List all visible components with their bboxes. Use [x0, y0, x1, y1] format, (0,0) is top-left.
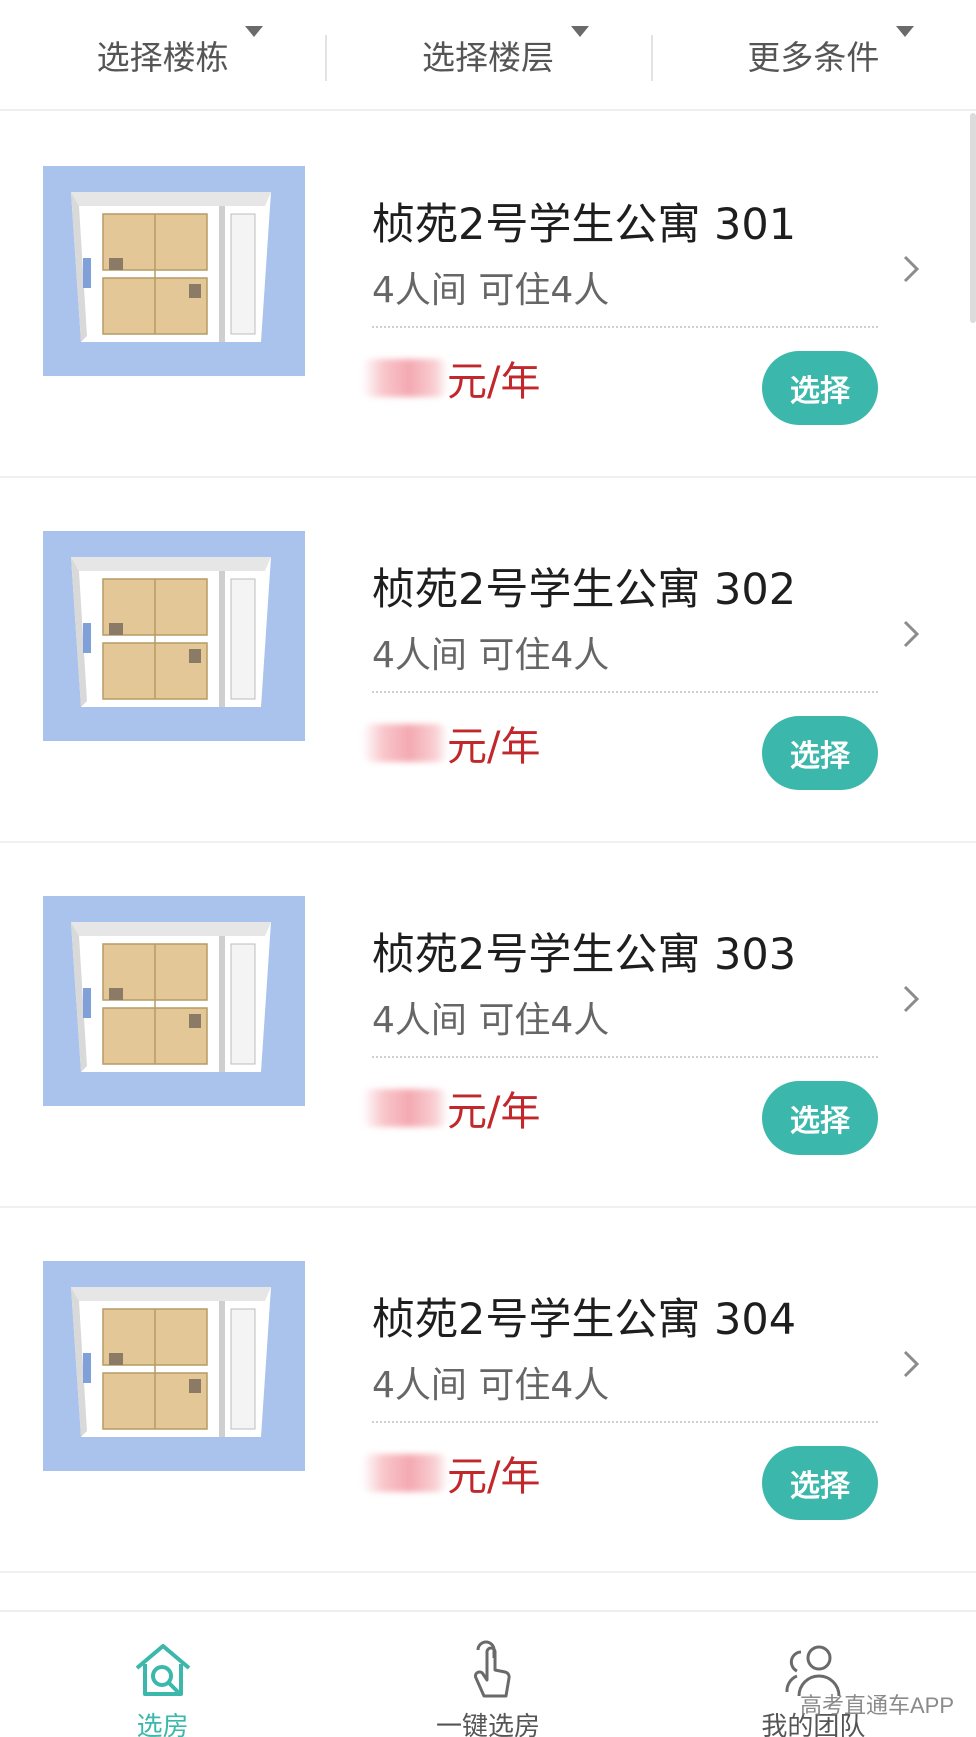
room-capacity: 4人间 可住4人 [372, 635, 610, 676]
filter-floor-dropdown[interactable]: 选择楼层 [325, 0, 650, 109]
dropdown-caret-icon [570, 26, 589, 37]
room-3d-thumbnail [43, 531, 305, 741]
select-room-button[interactable]: 选择 [762, 716, 878, 790]
price-unit: 元/年 [447, 359, 541, 405]
room-card[interactable]: 桢苑2号学生公寓 304 4人间 可住4人 元/年 选择 [0, 1208, 976, 1573]
room-3d-thumbnail [43, 896, 305, 1106]
select-room-button[interactable]: 选择 [762, 1081, 878, 1155]
divider [372, 326, 878, 328]
divider [372, 1421, 878, 1423]
room-capacity: 4人间 可住4人 [372, 1000, 610, 1041]
select-room-button[interactable]: 选择 [762, 1446, 878, 1520]
price-unit: 元/年 [447, 724, 541, 770]
price-unit: 元/年 [447, 1089, 541, 1135]
room-3d-thumbnail [43, 166, 305, 376]
price-redacted [362, 359, 448, 397]
room-card[interactable]: 桢苑2号学生公寓 301 4人间 可住4人 元/年 选择 [0, 113, 976, 478]
room-name: 桢苑2号学生公寓 303 [372, 930, 797, 980]
filter-bar: 选择楼栋 选择楼层 更多条件 [0, 0, 976, 111]
watermark-text: 高考直通车APP [799, 1693, 954, 1718]
room-card[interactable]: 桢苑2号学生公寓 303 4人间 可住4人 元/年 选择 [0, 843, 976, 1208]
price-redacted [362, 724, 448, 762]
select-room-button[interactable]: 选择 [762, 351, 878, 425]
price-redacted [362, 1089, 448, 1127]
divider [372, 1056, 878, 1058]
filter-more-label: 更多条件 [747, 37, 880, 77]
filter-more-dropdown[interactable]: 更多条件 [650, 0, 976, 109]
room-3d-thumbnail [43, 1261, 305, 1471]
home-search-icon [131, 1638, 195, 1702]
divider [372, 691, 878, 693]
chevron-right-icon[interactable] [900, 616, 924, 652]
room-name: 桢苑2号学生公寓 304 [372, 1295, 797, 1345]
price-redacted [362, 1454, 448, 1492]
tab-label: 选房 [136, 1712, 189, 1737]
scrollbar-thumb[interactable] [970, 113, 976, 323]
dropdown-caret-icon [245, 26, 264, 37]
price-unit: 元/年 [447, 1454, 541, 1500]
filter-floor-label: 选择楼层 [421, 37, 554, 77]
chevron-right-icon[interactable] [900, 251, 924, 287]
chevron-right-icon[interactable] [900, 1346, 924, 1382]
room-list: 桢苑2号学生公寓 301 4人间 可住4人 元/年 选择 桢苑2号学生公寓 30… [0, 113, 976, 1573]
room-capacity: 4人间 可住4人 [372, 270, 610, 311]
room-card[interactable]: 桢苑2号学生公寓 302 4人间 可住4人 元/年 选择 [0, 478, 976, 843]
room-name: 桢苑2号学生公寓 302 [372, 565, 797, 615]
tap-hand-icon [456, 1638, 520, 1702]
room-capacity: 4人间 可住4人 [372, 1365, 610, 1406]
dropdown-caret-icon [895, 26, 914, 37]
tab-label: 一键选房 [435, 1712, 540, 1737]
chevron-right-icon[interactable] [900, 981, 924, 1017]
tab-one-click-select[interactable]: 一键选房 [325, 1612, 650, 1737]
filter-building-label: 选择楼栋 [96, 37, 229, 77]
filter-building-dropdown[interactable]: 选择楼栋 [0, 0, 325, 109]
tab-select-room[interactable]: 选房 [0, 1612, 325, 1737]
room-name: 桢苑2号学生公寓 301 [372, 200, 797, 250]
